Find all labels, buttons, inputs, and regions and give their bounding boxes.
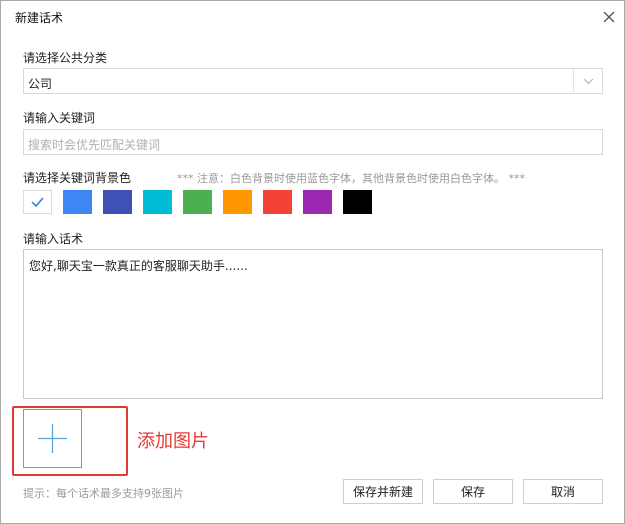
color-swatch[interactable]: [263, 190, 292, 214]
save-button[interactable]: 保存: [433, 479, 513, 504]
color-label: 请选择关键词背景色: [23, 171, 132, 185]
save-and-new-button[interactable]: 保存并新建: [343, 479, 423, 504]
color-swatch[interactable]: [343, 190, 372, 214]
script-textarea[interactable]: 您好,聊天宝一款真正的客服聊天助手......: [23, 249, 603, 399]
cancel-button[interactable]: 取消: [523, 479, 603, 504]
color-swatch[interactable]: [183, 190, 212, 214]
category-value: 公司: [28, 77, 53, 91]
add-image-caption: 添加图片: [137, 431, 209, 452]
color-note: *** 注意：白色背景时使用蓝色字体，其他背景色时使用白色字体。 ***: [177, 172, 525, 185]
close-icon: [603, 11, 615, 23]
image-limit-tip: 提示：每个话术最多支持9张图片: [23, 487, 184, 500]
dialog-title: 新建话术: [15, 11, 64, 25]
dropdown-toggle[interactable]: [573, 69, 602, 93]
new-script-dialog: 新建话术 请选择公共分类 公司 请输入关键词 搜索时会优先匹配关键词 请选择关键…: [0, 0, 625, 524]
keyword-label: 请输入关键词: [23, 111, 96, 125]
color-swatch[interactable]: [223, 190, 252, 214]
color-swatch[interactable]: [303, 190, 332, 214]
add-image-button[interactable]: [23, 409, 82, 468]
color-swatch[interactable]: [103, 190, 132, 214]
script-label: 请输入话术: [23, 232, 84, 246]
color-swatch[interactable]: [143, 190, 172, 214]
check-icon: [31, 197, 44, 208]
color-swatch[interactable]: [63, 190, 92, 214]
color-swatch[interactable]: [23, 190, 52, 214]
category-select[interactable]: 公司: [23, 68, 603, 94]
keyword-placeholder: 搜索时会优先匹配关键词: [28, 138, 161, 152]
chevron-down-icon: [583, 78, 594, 85]
close-button[interactable]: [597, 5, 621, 29]
category-label: 请选择公共分类: [23, 51, 108, 65]
plus-icon: [38, 424, 67, 453]
keyword-input[interactable]: 搜索时会优先匹配关键词: [23, 129, 603, 155]
dialog-titlebar: 新建话术: [1, 1, 624, 34]
